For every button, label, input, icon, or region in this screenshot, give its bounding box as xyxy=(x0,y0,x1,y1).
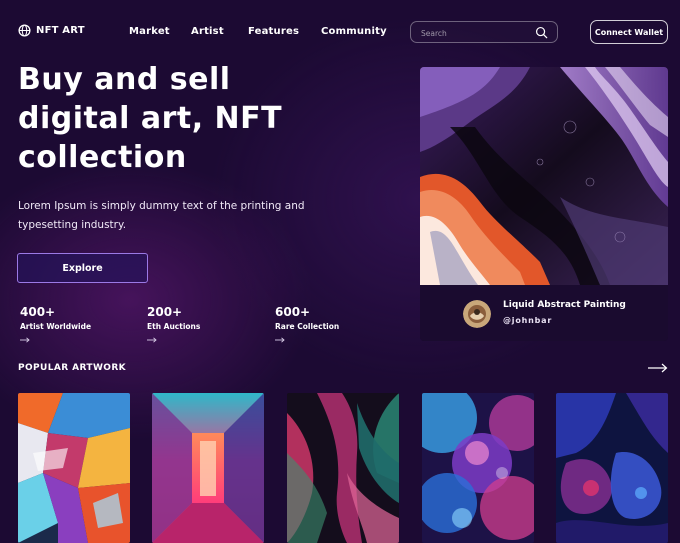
hero-headline: Buy and sell digital art, NFT collection xyxy=(18,60,348,177)
stat-artists: 400+ Artist Worldwide xyxy=(20,305,91,343)
search-box xyxy=(410,21,558,43)
stat-label: Artist Worldwide xyxy=(20,322,92,331)
search-icon[interactable] xyxy=(535,26,548,39)
artwork-thumb-3[interactable] xyxy=(287,393,399,543)
artwork-thumb-5[interactable] xyxy=(556,393,668,543)
nav-link-market[interactable]: Market xyxy=(129,26,170,37)
artwork-author[interactable]: @johnbar xyxy=(503,316,552,325)
nav-link-community[interactable]: Community xyxy=(321,26,387,37)
artwork-thumb-4[interactable] xyxy=(422,393,534,543)
globe-icon xyxy=(18,24,31,37)
featured-info-bar: Liquid Abstract Painting @johnbar xyxy=(420,285,668,341)
stat-label: Eth Auctions xyxy=(147,322,201,331)
headline-line-3: collection xyxy=(18,140,187,175)
hero-subtext: Lorem Ipsum is simply dummy text of the … xyxy=(18,197,318,235)
arrow-right-icon[interactable] xyxy=(20,337,30,343)
popular-section-title: POPULAR ARTWORK xyxy=(18,363,127,373)
stat-auctions: 200+ Eth Auctions xyxy=(147,305,200,343)
stat-collection: 600+ Rare Collection xyxy=(275,305,339,343)
arrow-right-icon[interactable] xyxy=(147,337,157,343)
subtext-line-2: typesetting industry. xyxy=(18,219,127,231)
featured-artwork-image xyxy=(420,67,668,285)
avatar[interactable] xyxy=(463,300,491,328)
artwork-title[interactable]: Liquid Abstract Painting xyxy=(503,300,626,310)
subtext-line-1: Lorem Ipsum is simply dummy text of the … xyxy=(18,200,305,212)
nav-link-artist[interactable]: Artist xyxy=(191,26,224,37)
headline-line-1: Buy and sell xyxy=(18,62,231,97)
headline-line-2: digital art, NFT xyxy=(18,101,283,136)
stat-value: 600+ xyxy=(275,305,311,319)
arrow-right-icon[interactable] xyxy=(648,363,668,373)
logo-text: NFT ART xyxy=(36,25,85,36)
arrow-right-icon[interactable] xyxy=(275,337,285,343)
stat-label: Rare Collection xyxy=(275,322,340,331)
featured-artwork-card[interactable]: Liquid Abstract Painting @johnbar xyxy=(420,67,668,341)
stat-value: 200+ xyxy=(147,305,183,319)
artwork-thumb-2[interactable] xyxy=(152,393,264,543)
artwork-thumb-1[interactable] xyxy=(18,393,130,543)
nav-link-features[interactable]: Features xyxy=(248,26,299,37)
stat-value: 400+ xyxy=(20,305,56,319)
explore-button[interactable]: Explore xyxy=(17,253,148,283)
connect-wallet-button[interactable]: Connect Wallet xyxy=(590,20,668,44)
logo[interactable]: NFT ART xyxy=(18,24,85,37)
search-input[interactable] xyxy=(419,25,533,41)
